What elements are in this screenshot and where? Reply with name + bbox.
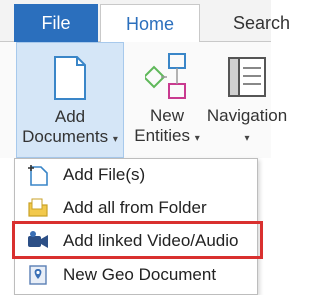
new-entities-button[interactable]: New Entities ▾	[128, 42, 206, 158]
new-entities-label-2: Entities ▾	[134, 126, 200, 145]
menu-item-label: Add File(s)	[63, 165, 146, 184]
geo-document-icon	[25, 263, 51, 287]
add-documents-label-2: Documents ▾	[22, 127, 118, 146]
navigation-caret: ▾	[244, 126, 249, 149]
tab-search[interactable]: Search	[233, 4, 290, 42]
navigation-label: Navigation	[206, 106, 288, 125]
menu-item-label: Add all from Folder	[63, 198, 207, 217]
ribbon-tab-strip: File Home Search	[0, 0, 290, 43]
menu-item-add-all-from-folder[interactable]: Add all from Folder	[15, 192, 259, 224]
new-entities-label-1: New	[149, 106, 184, 125]
navigation-pane-icon	[227, 48, 267, 106]
entities-icon	[145, 48, 189, 106]
menu-item-add-linked-video-audio[interactable]: Add linked Video/Audio	[15, 225, 259, 257]
folder-icon	[25, 196, 51, 220]
menu-item-label: Add linked Video/Audio	[63, 231, 239, 250]
chevron-down-icon: ▾	[194, 133, 200, 144]
tab-file[interactable]: File	[14, 4, 98, 42]
menu-item-label: New Geo Document	[63, 265, 217, 284]
document-icon	[53, 49, 87, 107]
ribbon-body: Add Documents ▾ New Entities ▾ Navigatio…	[0, 42, 287, 158]
add-documents-button[interactable]: Add Documents ▾	[16, 42, 124, 158]
add-documents-menu: Add File(s) Add all from Folder Add link…	[14, 158, 258, 295]
navigation-button[interactable]: Navigation ▾	[207, 42, 287, 158]
video-audio-icon	[25, 229, 51, 253]
tab-home[interactable]: Home	[100, 4, 200, 43]
chevron-down-icon: ▾	[244, 133, 250, 144]
chevron-down-icon: ▾	[112, 134, 118, 145]
add-documents-label-1: Add	[54, 107, 86, 126]
add-file-icon	[25, 163, 51, 187]
menu-item-add-files[interactable]: Add File(s)	[15, 159, 259, 191]
menu-item-new-geo-document[interactable]: New Geo Document	[15, 259, 259, 291]
